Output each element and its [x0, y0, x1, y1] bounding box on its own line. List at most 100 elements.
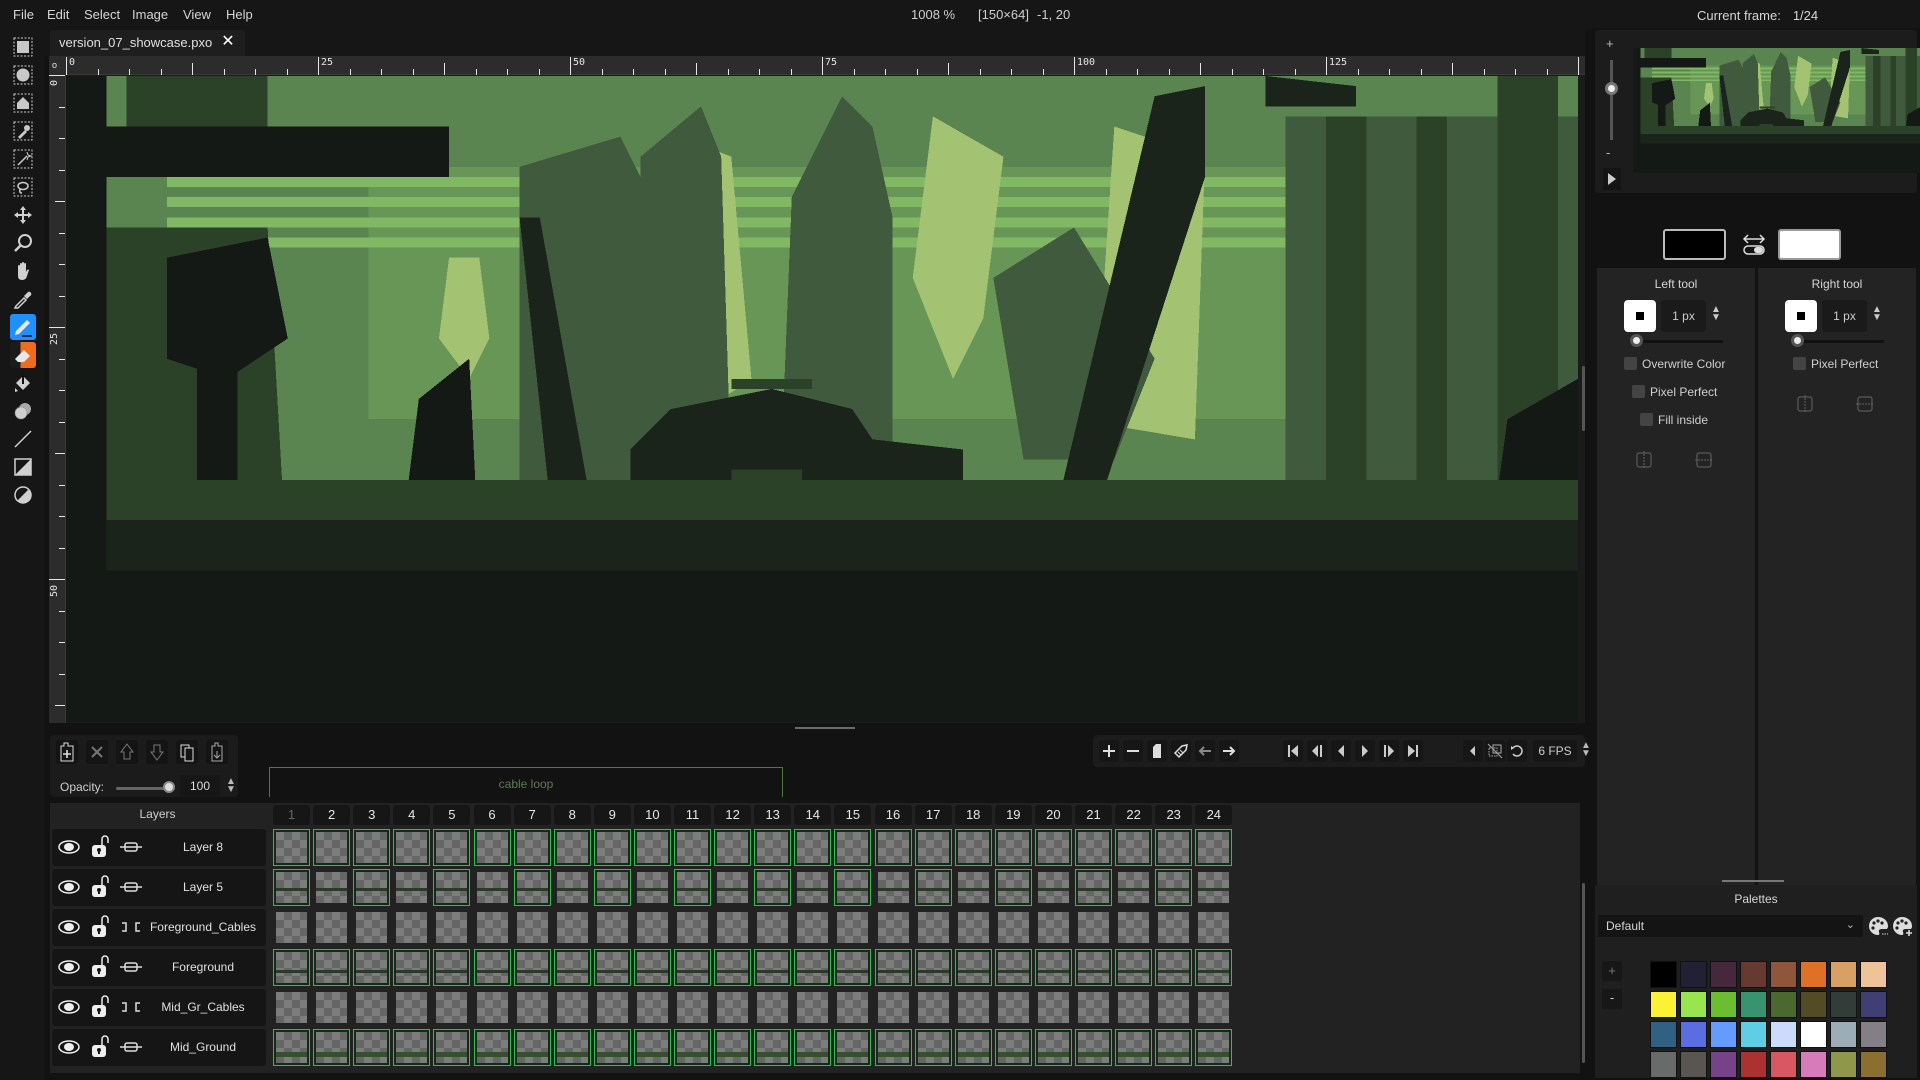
- palette-swatch[interactable]: [1710, 1051, 1737, 1078]
- tool-pan[interactable]: [10, 258, 36, 284]
- frame-button-1[interactable]: 1: [273, 805, 310, 825]
- unlock-icon[interactable]: [90, 995, 110, 1019]
- palette-swatch[interactable]: [1860, 991, 1887, 1018]
- cel-button[interactable]: [353, 909, 390, 946]
- cel-button[interactable]: [1115, 829, 1153, 866]
- palette-swatch[interactable]: [1680, 961, 1707, 988]
- cel-button[interactable]: [955, 869, 992, 906]
- add-frame-button[interactable]: [1099, 740, 1119, 762]
- cel-button[interactable]: [1075, 989, 1112, 1026]
- cel-button[interactable]: [875, 869, 912, 906]
- cel-button[interactable]: [1195, 829, 1233, 866]
- cel-button[interactable]: [593, 869, 631, 906]
- cel-button[interactable]: [554, 869, 591, 906]
- frame-button-11[interactable]: 11: [674, 805, 711, 825]
- cel-button[interactable]: [433, 949, 471, 986]
- tool-zoom[interactable]: [10, 230, 36, 256]
- play-backwards-button[interactable]: [1331, 740, 1351, 762]
- jump-to-last-frame-button[interactable]: [1403, 740, 1423, 762]
- tool-lasso[interactable]: [10, 174, 36, 200]
- cel-button[interactable]: [1075, 1029, 1112, 1066]
- cel-button[interactable]: [794, 1029, 832, 1066]
- clone-layer-button[interactable]: [176, 740, 198, 764]
- layer-name[interactable]: Foreground: [142, 960, 264, 974]
- cel-button[interactable]: [1034, 949, 1072, 986]
- layer-row[interactable]: Mid_Gr_Cables: [52, 989, 266, 1026]
- remove-color-button[interactable]: -: [1602, 989, 1622, 1009]
- cel-button[interactable]: [594, 909, 631, 946]
- cel-button[interactable]: [473, 1029, 511, 1066]
- palette-swatch[interactable]: [1740, 1021, 1767, 1048]
- cel-button[interactable]: [714, 869, 751, 906]
- horizontal-ruler[interactable]: 0 25 50 75 100 125: [49, 56, 1585, 75]
- tool-color-picker[interactable]: [10, 286, 36, 312]
- remove-layer-button[interactable]: [86, 740, 108, 764]
- layer-name[interactable]: Mid_Gr_Cables: [142, 1000, 264, 1014]
- palette-swatch[interactable]: [1800, 1051, 1827, 1078]
- merge-down-button[interactable]: [206, 740, 228, 764]
- cel-button[interactable]: [353, 1029, 391, 1066]
- vertical-ruler[interactable]: 0 25 50: [49, 75, 66, 723]
- opacity-slider[interactable]: [116, 787, 166, 790]
- frame-button-6[interactable]: 6: [473, 805, 511, 825]
- cel-button[interactable]: [554, 989, 591, 1026]
- cel-button[interactable]: [474, 989, 511, 1026]
- cel-button[interactable]: [1155, 829, 1193, 866]
- palette-swatch[interactable]: [1800, 991, 1827, 1018]
- cel-button[interactable]: [474, 909, 511, 946]
- cel-button[interactable]: [433, 909, 470, 946]
- cel-button[interactable]: [313, 909, 350, 946]
- unlinked-icon[interactable]: [120, 920, 142, 934]
- frame-button-23[interactable]: 23: [1155, 805, 1193, 825]
- play-forward-button[interactable]: [1355, 740, 1375, 762]
- visibility-eye-icon[interactable]: [58, 959, 80, 975]
- tool-pencil[interactable]: [10, 314, 36, 340]
- cel-button[interactable]: [593, 829, 631, 866]
- preview-zoom-out[interactable]: -: [1606, 145, 1610, 160]
- opacity-slider-handle[interactable]: [163, 781, 175, 793]
- remove-frame-button[interactable]: [1123, 740, 1143, 762]
- frame-button-16[interactable]: 16: [874, 805, 912, 825]
- palette-swatch[interactable]: [1650, 1051, 1677, 1078]
- cel-button[interactable]: [875, 909, 912, 946]
- cel-button[interactable]: [1034, 1029, 1072, 1066]
- palette-swatch[interactable]: [1710, 1021, 1737, 1048]
- palette-swatch[interactable]: [1830, 961, 1857, 988]
- cel-button[interactable]: [273, 829, 310, 866]
- cel-button[interactable]: [794, 989, 831, 1026]
- cel-button[interactable]: [273, 989, 310, 1026]
- left-brush-size-handle[interactable]: [1630, 334, 1643, 347]
- frame-button-19[interactable]: 19: [994, 805, 1032, 825]
- frame-button-7[interactable]: 7: [513, 805, 551, 825]
- opacity-input[interactable]: 100: [180, 775, 220, 797]
- cel-button[interactable]: [514, 909, 551, 946]
- cel-button[interactable]: [393, 1029, 431, 1066]
- cel-button[interactable]: [1075, 949, 1112, 986]
- cel-button[interactable]: [1115, 989, 1152, 1026]
- cel-button[interactable]: [714, 989, 751, 1026]
- cel-button[interactable]: [674, 909, 711, 946]
- fill-inside-checkbox[interactable]: Fill inside: [1640, 413, 1708, 427]
- cel-button[interactable]: [995, 909, 1032, 946]
- move-frame-right-button[interactable]: [1219, 740, 1239, 762]
- palette-swatch[interactable]: [1860, 1051, 1887, 1078]
- left-color-picker[interactable]: [1663, 229, 1726, 260]
- unlock-icon[interactable]: [90, 835, 110, 859]
- cel-button[interactable]: [955, 909, 992, 946]
- left-brush-type-button[interactable]: [1624, 300, 1656, 332]
- cel-button[interactable]: [914, 949, 952, 986]
- cel-button[interactable]: [1155, 869, 1193, 906]
- cel-button[interactable]: [994, 869, 1032, 906]
- right-color-picker[interactable]: [1778, 229, 1841, 260]
- cel-button[interactable]: [794, 949, 832, 986]
- cel-button[interactable]: [473, 949, 511, 986]
- vertical-mirror-icon[interactable]: [1695, 450, 1713, 470]
- cel-button[interactable]: [433, 869, 471, 906]
- cel-button[interactable]: [633, 949, 671, 986]
- canvas-area[interactable]: 0 25 50 75 100 125 0 25 50 o: [49, 56, 1585, 723]
- cel-button[interactable]: [633, 829, 671, 866]
- palette-swatch[interactable]: [1800, 1021, 1827, 1048]
- timeline-scrollbar[interactable]: [1582, 883, 1585, 1063]
- cel-button[interactable]: [794, 869, 831, 906]
- cel-button[interactable]: [1075, 829, 1112, 866]
